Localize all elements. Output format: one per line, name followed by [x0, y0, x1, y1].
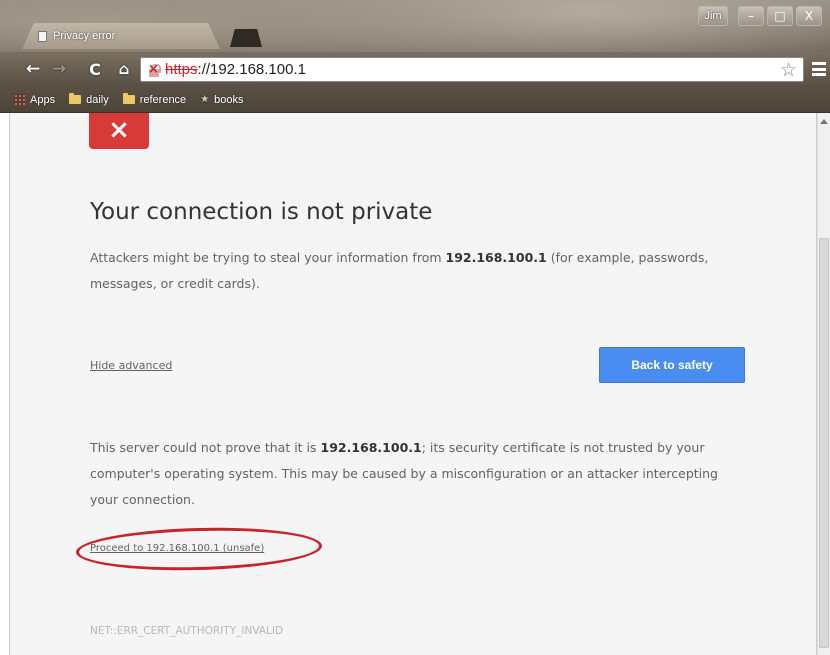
url-host: ://192.168.100.1	[197, 61, 306, 78]
address-bar[interactable]: × https ://192.168.100.1 ☆	[140, 57, 804, 82]
maximize-button[interactable]: □	[767, 6, 793, 26]
error-code: NET::ERR_CERT_AUTHORITY_INVALID	[90, 625, 284, 637]
bookmark-label: daily	[86, 93, 109, 106]
bookmarks-bar: Apps daily reference ★ books	[0, 87, 830, 112]
bookmark-daily[interactable]: daily	[69, 93, 109, 106]
close-window-button[interactable]: X	[796, 6, 822, 26]
intro-host: 192.168.100.1	[445, 250, 547, 265]
star-icon: ★	[200, 94, 210, 105]
page-title: Your connection is not private	[90, 199, 433, 225]
bookmark-label: Apps	[30, 93, 56, 106]
back-arrow-icon[interactable]: ←	[22, 58, 44, 80]
browser-chrome: Privacy error Jim – □ X ← → C ⌂ × https …	[0, 0, 830, 113]
folder-icon	[69, 93, 82, 104]
tab-privacy-error[interactable]: Privacy error	[22, 23, 220, 49]
intro-text: Attackers might be trying to steal your …	[90, 250, 709, 291]
error-x-icon: ×	[89, 113, 149, 149]
page-icon	[38, 30, 47, 42]
profile-button[interactable]: Jim	[698, 6, 728, 26]
details-text: This server could not prove that it is 1…	[90, 440, 718, 507]
folder-icon	[122, 93, 135, 104]
interstitial-page: × Your connection is not private Attacke…	[9, 113, 817, 655]
scroll-up-arrow-icon[interactable]	[820, 119, 828, 124]
bookmark-reference[interactable]: reference	[122, 93, 187, 106]
new-tab-button[interactable]	[230, 29, 262, 47]
forward-arrow-icon[interactable]: →	[48, 58, 70, 80]
vertical-scrollbar[interactable]	[817, 113, 830, 655]
bookmark-books[interactable]: ★ books	[200, 94, 243, 106]
bookmark-label: reference	[139, 93, 187, 106]
url-scheme: https	[165, 61, 198, 78]
details-host: 192.168.100.1	[320, 440, 422, 455]
reload-icon[interactable]: C	[84, 58, 106, 80]
hide-advanced-link[interactable]: Hide advanced	[90, 359, 172, 372]
tab-title: Privacy error	[53, 30, 116, 42]
back-to-safety-button[interactable]: Back to safety	[599, 347, 745, 383]
menu-icon[interactable]	[812, 62, 826, 76]
bookmark-apps[interactable]: Apps	[14, 94, 55, 106]
proceed-unsafe-link[interactable]: Proceed to 192.168.100.1 (unsafe)	[90, 543, 264, 554]
home-icon[interactable]: ⌂	[113, 58, 135, 80]
bookmark-label: books	[214, 93, 244, 106]
toolbar: ← → C ⌂ × https ://192.168.100.1 ☆	[0, 52, 830, 86]
minimize-button[interactable]: –	[738, 6, 764, 26]
scroll-thumb[interactable]	[819, 238, 829, 648]
broken-lock-icon[interactable]: ×	[147, 62, 161, 77]
bookmark-star-icon[interactable]: ☆	[780, 59, 797, 81]
apps-grid-icon	[14, 94, 25, 105]
